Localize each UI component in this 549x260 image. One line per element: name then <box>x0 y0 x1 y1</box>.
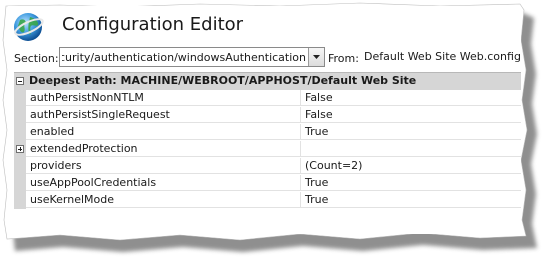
grid-row-extendedProtection[interactable]: extendedProtection <box>14 141 521 158</box>
collapse-icon[interactable] <box>16 77 24 85</box>
from-label: From: <box>328 52 359 65</box>
grid-row-enabled[interactable]: enabled True <box>14 124 521 141</box>
property-name: enabled <box>26 124 301 140</box>
from-value: Default Web Site Web.config <box>364 50 521 63</box>
expand-icon[interactable] <box>16 145 24 153</box>
section-dropdown[interactable]: system.webServer/security/authentication… <box>59 47 325 67</box>
property-name: authPersistNonNTLM <box>26 90 301 106</box>
chevron-down-icon <box>313 55 320 59</box>
screenshot-stage: Configuration Editor Section: system.web… <box>0 0 549 260</box>
property-value[interactable]: False <box>301 107 521 123</box>
property-name: extendedProtection <box>26 141 301 157</box>
dropdown-button[interactable] <box>308 48 324 66</box>
page-title: Configuration Editor <box>62 14 244 35</box>
grid-row-useAppPoolCredentials[interactable]: useAppPoolCredentials True <box>14 175 521 192</box>
iis-globe-icon <box>12 10 46 44</box>
configuration-editor-panel: Configuration Editor Section: system.web… <box>8 6 521 234</box>
property-name: providers <box>26 158 301 174</box>
grid-row-authPersistNonNTLM[interactable]: authPersistNonNTLM False <box>14 90 521 107</box>
grid-row-useKernelMode[interactable]: useKernelMode True <box>14 192 521 209</box>
property-grid[interactable]: Deepest Path: MACHINE/WEBROOT/APPHOST/De… <box>14 72 521 233</box>
property-value[interactable]: True <box>301 175 521 191</box>
property-value[interactable]: False <box>301 90 521 106</box>
from-field[interactable]: Default Web Site Web.config <box>360 47 521 67</box>
grid-row-providers[interactable]: providers (Count=2) <box>14 158 521 175</box>
property-name: useAppPoolCredentials <box>26 175 301 191</box>
property-name: useKernelMode <box>26 192 301 208</box>
category-title: Deepest Path: MACHINE/WEBROOT/APPHOST/De… <box>29 74 417 87</box>
grid-row-authPersistSingleRequest[interactable]: authPersistSingleRequest False <box>14 107 521 124</box>
property-value[interactable]: True <box>301 124 521 140</box>
section-label: Section: <box>14 52 59 65</box>
property-value[interactable]: (Count=2) <box>301 158 521 174</box>
property-value[interactable]: True <box>301 192 521 208</box>
property-value[interactable] <box>301 141 521 157</box>
category-row[interactable]: Deepest Path: MACHINE/WEBROOT/APPHOST/De… <box>14 73 521 90</box>
property-name: authPersistSingleRequest <box>26 107 301 123</box>
section-path-value: system.webServer/security/authentication… <box>62 51 306 64</box>
